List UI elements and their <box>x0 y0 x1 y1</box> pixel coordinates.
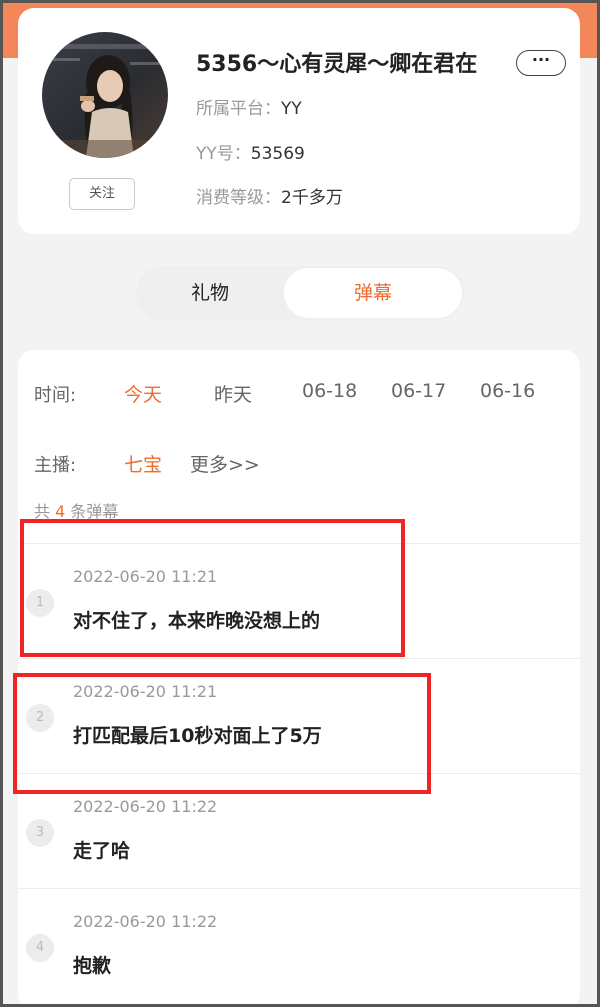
row-timestamp: 2022-06-20 11:22 <box>73 912 218 931</box>
consumption-level-label: 消费等级： <box>196 188 281 208</box>
time-option-today[interactable]: 今天 <box>124 380 162 407</box>
time-filter-label: 时间: <box>34 385 77 406</box>
platform-row: 所属平台：YY <box>196 94 302 119</box>
anchor-more-link[interactable]: 更多>> <box>190 450 260 477</box>
user-name: 5356～心有灵犀～卿在君在 <box>196 52 478 77</box>
danmu-count: 共 4 条弹幕 <box>34 498 118 522</box>
count-number: 4 <box>55 502 66 521</box>
profile-card: 关注 5356～心有灵犀～卿在君在 ··· 所属平台：YY YY号：53569 … <box>18 8 580 234</box>
danmu-list-card: 时间: 今天 昨天 06-18 06-17 06-16 主播: 七宝 更多>> … <box>18 350 580 1007</box>
yy-id-label: YY号： <box>196 144 251 164</box>
danmu-row: 4 2022-06-20 11:22 抱歉 <box>18 888 580 1003</box>
tab-gifts[interactable]: 礼物 <box>136 266 284 320</box>
row-timestamp: 2022-06-20 11:21 <box>73 567 218 586</box>
row-message: 走了哈 <box>73 840 131 862</box>
row-index-badge: 3 <box>26 819 54 847</box>
consumption-level-value: 2千多万 <box>281 188 343 208</box>
tab-switcher: 礼物 弹幕 <box>136 266 464 320</box>
anchor-option-qibao[interactable]: 七宝 <box>124 450 162 477</box>
row-message: 抱歉 <box>73 955 112 977</box>
time-option-0616[interactable]: 06-16 <box>480 380 535 402</box>
row-index-badge: 4 <box>26 934 54 962</box>
row-timestamp: 2022-06-20 11:22 <box>73 797 218 816</box>
follow-button[interactable]: 关注 <box>69 178 135 210</box>
platform-label: 所属平台： <box>196 99 281 119</box>
row-index-badge: 1 <box>26 589 54 617</box>
danmu-row: 3 2022-06-20 11:22 走了哈 <box>18 773 580 888</box>
anchor-filter-label: 主播: <box>34 455 77 476</box>
consumption-level-row: 消费等级：2千多万 <box>196 183 343 208</box>
yy-id-row: YY号：53569 <box>196 139 305 164</box>
user-avatar[interactable] <box>42 32 168 158</box>
count-suffix: 条弹幕 <box>70 502 119 521</box>
danmu-row: 1 2022-06-20 11:21 对不住了，本来昨晚没想上的 <box>18 543 580 658</box>
row-message: 对不住了，本来昨晚没想上的 <box>73 610 321 632</box>
count-prefix: 共 <box>34 502 51 521</box>
time-option-0618[interactable]: 06-18 <box>302 380 357 402</box>
row-timestamp: 2022-06-20 11:21 <box>73 682 218 701</box>
platform-value: YY <box>281 99 302 119</box>
time-option-0617[interactable]: 06-17 <box>391 380 446 402</box>
tab-danmu[interactable]: 弹幕 <box>284 268 462 318</box>
time-option-yesterday[interactable]: 昨天 <box>214 380 252 407</box>
more-options-button[interactable]: ··· <box>516 50 566 76</box>
row-index-badge: 2 <box>26 704 54 732</box>
danmu-row: 2 2022-06-20 11:21 打匹配最后10秒对面上了5万 <box>18 658 580 773</box>
yy-id-value: 53569 <box>250 144 305 164</box>
row-message: 打匹配最后10秒对面上了5万 <box>73 725 322 747</box>
